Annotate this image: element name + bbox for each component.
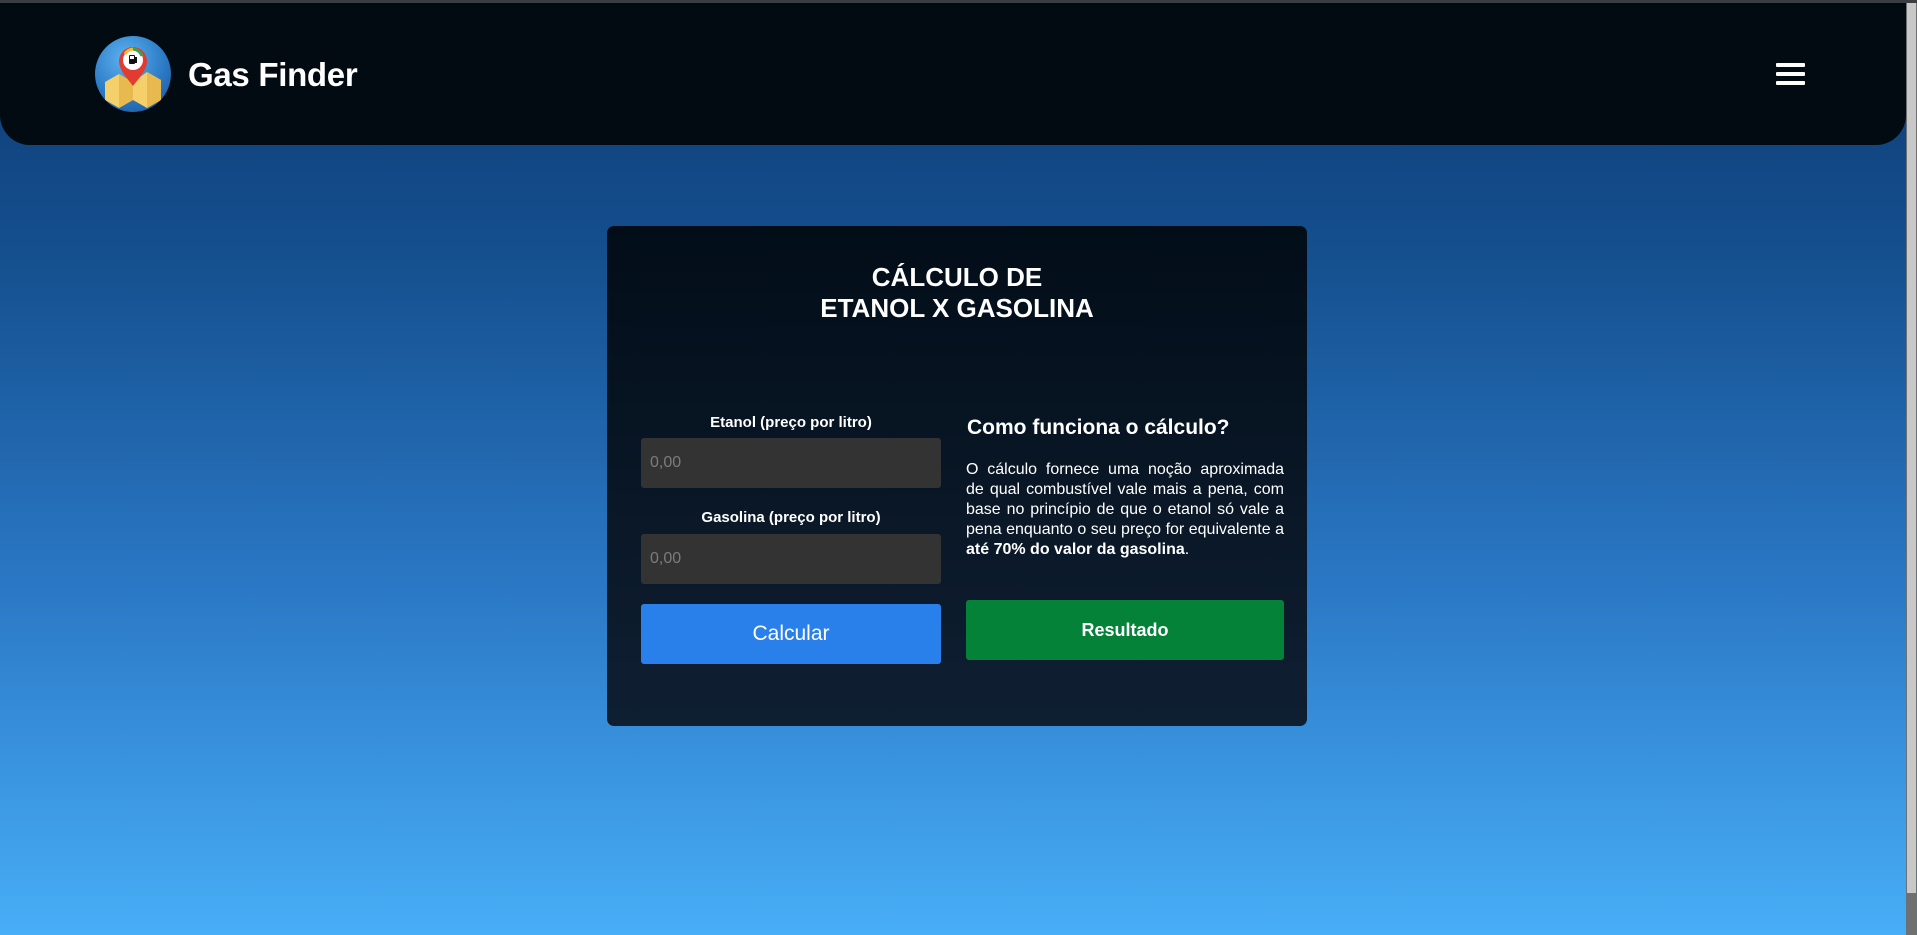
result-button[interactable]: Resultado <box>966 600 1284 660</box>
brand-name[interactable]: Gas Finder <box>188 56 358 94</box>
menu-bar <box>1776 63 1805 67</box>
calculator-card: CÁLCULO DE ETANOL X GASOLINA Etanol (pre… <box>607 226 1307 726</box>
calculate-button[interactable]: Calcular <box>641 604 941 664</box>
how-it-works-text: O cálculo fornece uma noção aproximada d… <box>966 460 1284 560</box>
how-it-works-end: . <box>1184 541 1190 558</box>
menu-bar <box>1776 72 1805 76</box>
title-line-2: ETANOL X GASOLINA <box>820 293 1094 323</box>
calculator-title: CÁLCULO DE ETANOL X GASOLINA <box>607 262 1307 324</box>
site-header: Gas Finder <box>0 3 1906 145</box>
etanol-label: Etanol (preço por litro) <box>710 414 872 431</box>
scrollbar-track[interactable] <box>1906 0 1917 935</box>
how-it-works-highlight: até 70% do valor da gasolina <box>966 541 1185 558</box>
title-line-1: CÁLCULO DE <box>871 262 1043 292</box>
etanol-price-input[interactable] <box>641 438 941 488</box>
map-pin-fuel-icon[interactable] <box>95 36 171 112</box>
scrollbar-thumb[interactable] <box>1907 3 1916 893</box>
gasolina-price-input[interactable] <box>641 534 941 584</box>
hamburger-menu-icon[interactable] <box>1776 63 1807 89</box>
how-it-works-body: O cálculo fornece uma noção aproximada d… <box>966 461 1284 538</box>
window-top-border <box>0 0 1917 3</box>
gasolina-label: Gasolina (preço por litro) <box>701 509 881 526</box>
menu-bar <box>1776 81 1805 85</box>
how-it-works-title: Como funciona o cálculo? <box>967 416 1230 439</box>
